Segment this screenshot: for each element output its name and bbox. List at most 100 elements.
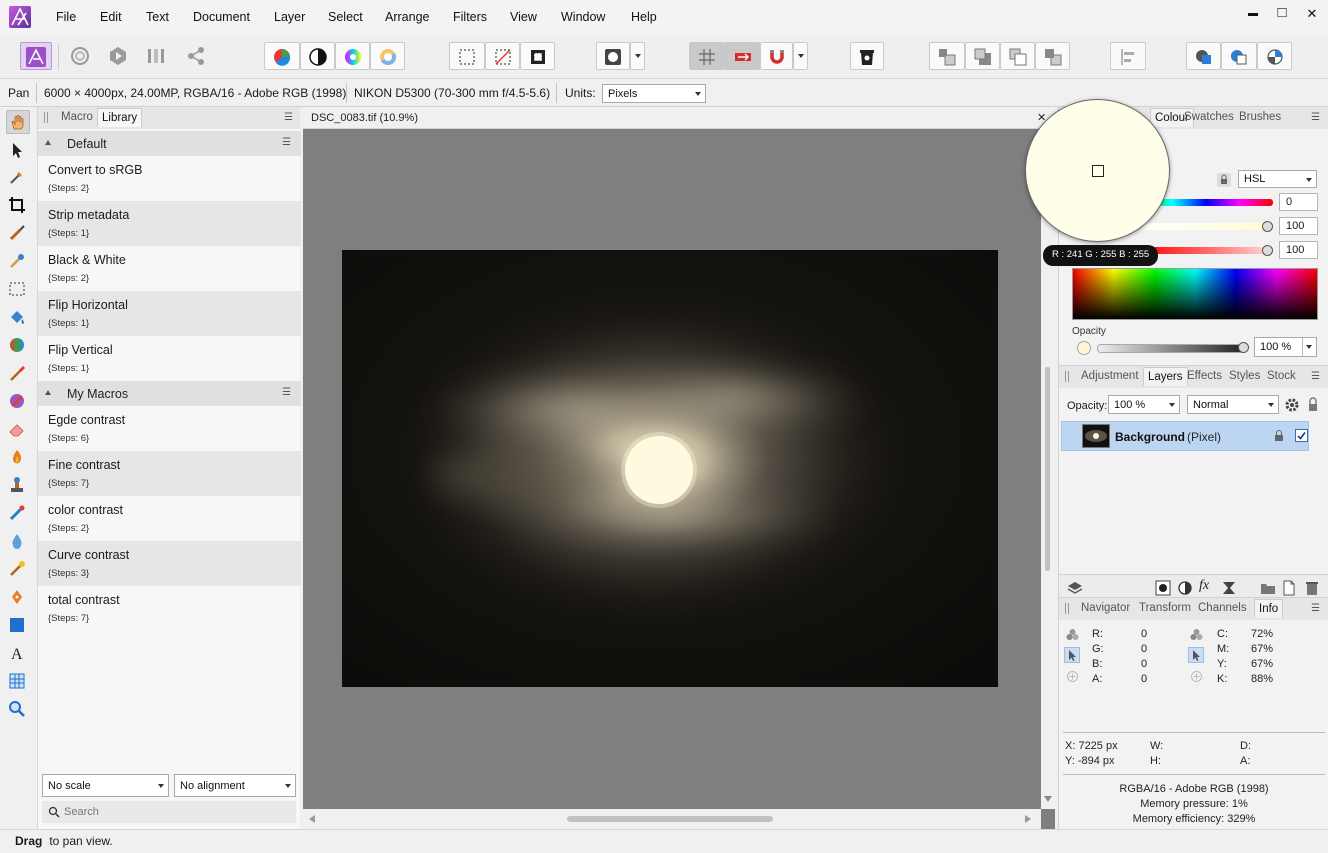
current-colour-swatch[interactable]: [1077, 341, 1091, 355]
tab-navigator[interactable]: Navigator: [1081, 602, 1130, 614]
menu-window[interactable]: Window: [561, 10, 605, 24]
luminosity-input[interactable]: 100: [1279, 241, 1318, 259]
smudge-brush-icon[interactable]: [6, 558, 30, 582]
saturation-slider[interactable]: [1139, 223, 1273, 230]
document-tab[interactable]: DSC_0083.tif (10.9%) ✕: [303, 107, 1055, 129]
macro-item[interactable]: color contrast {Steps: 2}: [38, 496, 301, 541]
panel-grip-icon[interactable]: [1065, 603, 1069, 614]
luminosity-knob[interactable]: [1262, 245, 1273, 256]
flood-select-icon[interactable]: [6, 250, 30, 274]
paint-brush-icon[interactable]: [6, 362, 30, 386]
pen-tool-icon[interactable]: [6, 586, 30, 610]
macro-item[interactable]: Egde contrast {Steps: 6}: [38, 406, 301, 451]
opacity-dropdown[interactable]: 100 %: [1254, 337, 1317, 357]
panel-menu-icon[interactable]: ☰: [1311, 112, 1321, 123]
menu-help[interactable]: Help: [631, 10, 657, 24]
saturation-input[interactable]: 100: [1279, 217, 1318, 235]
tab-stock[interactable]: Stock: [1267, 370, 1296, 382]
layer-lock-icon[interactable]: [1274, 430, 1284, 442]
contrast-button[interactable]: [300, 42, 335, 70]
tab-swatches[interactable]: Swatches: [1184, 111, 1234, 123]
dodge-burn-icon[interactable]: [6, 446, 30, 470]
mask-layer-icon[interactable]: [1155, 580, 1171, 596]
pointer-target-icon[interactable]: [1188, 647, 1204, 663]
text-tool-icon[interactable]: A: [6, 642, 30, 666]
selection-brush-icon[interactable]: [6, 222, 30, 246]
flood-fill-icon[interactable]: [6, 306, 30, 330]
lock-icon[interactable]: [1306, 397, 1320, 413]
move-forward-one-button[interactable]: [1000, 42, 1035, 70]
tab-library[interactable]: Library: [97, 108, 143, 127]
clone-stamp-icon[interactable]: [6, 474, 30, 498]
layer-row-background[interactable]: Background (Pixel): [1061, 421, 1309, 451]
tab-transform[interactable]: Transform: [1139, 602, 1191, 614]
units-dropdown[interactable]: Pixels: [602, 84, 706, 103]
colour-wheel-button[interactable]: [335, 42, 370, 70]
move-tool-icon[interactable]: [6, 139, 30, 163]
opacity-slider[interactable]: [1097, 344, 1246, 353]
erase-brush-icon[interactable]: [6, 418, 30, 442]
panel-grip-icon[interactable]: [44, 112, 48, 123]
pointer-target-icon[interactable]: [1064, 647, 1080, 663]
collapse-triangle-icon[interactable]: [45, 390, 51, 395]
macro-item[interactable]: Fine contrast {Steps: 7}: [38, 451, 301, 496]
scroll-left-icon[interactable]: [309, 815, 315, 823]
mesh-warp-icon[interactable]: [6, 670, 30, 694]
macro-item[interactable]: total contrast {Steps: 7}: [38, 586, 301, 631]
histogram-button[interactable]: [264, 42, 300, 70]
snapping-dropdown[interactable]: [793, 42, 808, 70]
photo-persona-button[interactable]: [20, 42, 52, 70]
tab-styles[interactable]: Styles: [1229, 370, 1260, 382]
crop-tool-icon[interactable]: [6, 194, 30, 218]
blend-mode-dropdown[interactable]: Normal: [1187, 395, 1279, 414]
layer-visibility-checkbox[interactable]: [1295, 429, 1308, 442]
vertical-scroll-thumb[interactable]: [1045, 367, 1050, 571]
layer-opacity-dropdown[interactable]: 100 %: [1108, 395, 1180, 414]
luminosity-slider[interactable]: [1139, 247, 1273, 254]
boolean-intersect-button[interactable]: [1257, 42, 1292, 70]
menu-layer[interactable]: Layer: [274, 10, 305, 24]
macro-item[interactable]: Curve contrast {Steps: 3}: [38, 541, 301, 586]
tab-adjustment[interactable]: Adjustment: [1081, 370, 1139, 382]
macro-item[interactable]: Strip metadata {Steps: 1}: [38, 201, 301, 246]
horizontal-scrollbar[interactable]: [303, 809, 1041, 829]
saturation-knob[interactable]: [1262, 221, 1273, 232]
colour-replacement-icon[interactable]: [6, 390, 30, 414]
hue-input[interactable]: 0: [1279, 193, 1318, 211]
tab-effects[interactable]: Effects: [1187, 370, 1222, 382]
adjustment-layer-icon[interactable]: [1177, 580, 1193, 596]
fx-icon[interactable]: fx: [1199, 578, 1215, 596]
deselect-button[interactable]: [485, 42, 520, 70]
macro-item[interactable]: Black & White {Steps: 2}: [38, 246, 301, 291]
colour-model-dropdown[interactable]: HSL: [1238, 170, 1317, 188]
macro-group-default[interactable]: Default ☰: [38, 131, 301, 156]
scale-dropdown[interactable]: No scale: [42, 774, 169, 797]
gear-icon[interactable]: [1284, 397, 1300, 413]
blur-brush-icon[interactable]: [6, 530, 30, 554]
panel-menu-icon[interactable]: ☰: [1311, 371, 1321, 382]
rectangle-tool-icon[interactable]: [6, 614, 30, 638]
boolean-add-button[interactable]: [1186, 42, 1221, 70]
move-back-one-button[interactable]: [965, 42, 1000, 70]
zoom-tool-icon[interactable]: [6, 698, 30, 722]
document-view[interactable]: DSC_0083.tif (10.9%) ✕: [303, 107, 1055, 829]
tab-info[interactable]: Info: [1254, 599, 1284, 618]
scroll-right-icon[interactable]: [1025, 815, 1031, 823]
menu-view[interactable]: View: [510, 10, 537, 24]
tab-layers[interactable]: Layers: [1143, 367, 1188, 386]
macro-item[interactable]: Flip Vertical {Steps: 1}: [38, 336, 301, 381]
menu-edit[interactable]: Edit: [100, 10, 122, 24]
select-all-button[interactable]: [449, 42, 485, 70]
layers-stack-icon[interactable]: [1067, 580, 1083, 596]
add-pixel-layer-icon[interactable]: [1281, 580, 1297, 596]
vertical-scrollbar[interactable]: [1041, 129, 1055, 809]
tab-brushes[interactable]: Brushes: [1239, 111, 1281, 123]
tab-macro[interactable]: Macro: [61, 111, 93, 123]
menu-filters[interactable]: Filters: [453, 10, 487, 24]
menu-document[interactable]: Document: [193, 10, 250, 24]
marquee-tool-icon[interactable]: [6, 278, 30, 302]
panel-menu-icon[interactable]: ☰: [284, 112, 294, 123]
white-balance-button[interactable]: [370, 42, 405, 70]
opacity-knob[interactable]: [1238, 342, 1249, 353]
menu-arrange[interactable]: Arrange: [385, 10, 429, 24]
